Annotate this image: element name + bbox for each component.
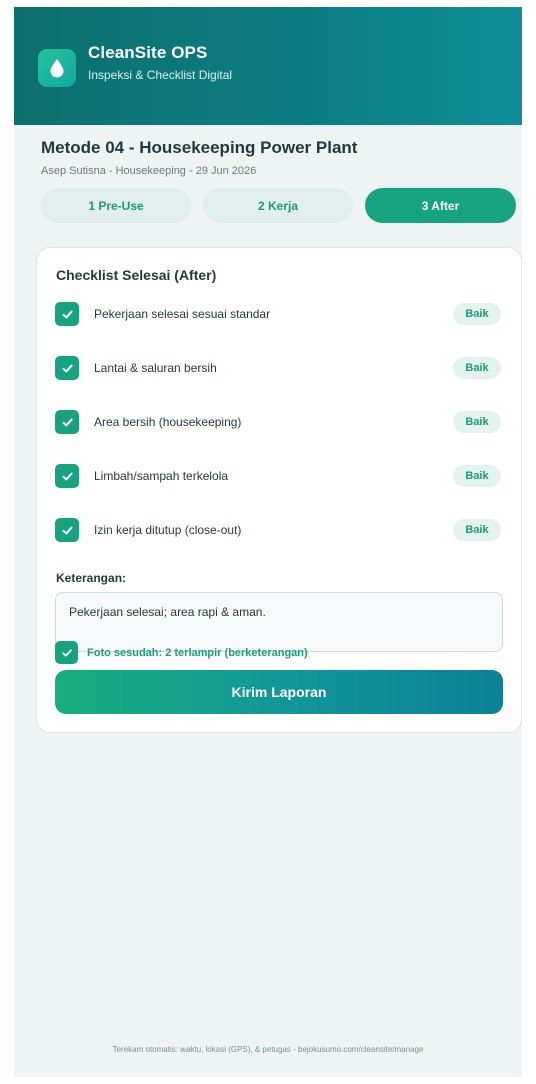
status-badge[interactable]: Baik [453, 357, 501, 379]
status-badge[interactable]: Baik [453, 411, 501, 433]
checklist-title: Checklist Selesai (After) [56, 267, 217, 283]
check-icon [62, 472, 73, 480]
checkbox[interactable] [55, 518, 79, 542]
notes-label: Keterangan: [56, 571, 127, 585]
checklist-item-label: Izin kerja ditutup (close-out) [94, 523, 242, 537]
submit-report-button[interactable]: Kirim Laporan [55, 670, 503, 714]
status-badge[interactable]: Baik [453, 519, 501, 541]
step-tabs: 1 Pre-Use 2 Kerja 3 After [41, 188, 516, 223]
check-icon [61, 648, 72, 657]
checklist-item-label: Area bersih (housekeeping) [94, 415, 242, 429]
checkbox[interactable] [55, 464, 79, 488]
checklist-item: Area bersih (housekeeping) Baik [55, 409, 503, 435]
status-badge[interactable]: Baik [453, 465, 501, 487]
check-icon [62, 364, 73, 372]
page-title: Metode 04 - Housekeeping Power Plant [41, 138, 358, 157]
checkbox[interactable] [55, 356, 79, 380]
checklist-item: Limbah/sampah terkelola Baik [55, 463, 503, 489]
tab-after[interactable]: 3 After [365, 188, 516, 223]
app-header: CleanSite OPS Inspeksi & Checklist Digit… [14, 7, 522, 125]
checklist-item-label: Lantai & saluran bersih [94, 361, 217, 375]
inspection-meta: Asep Sutisna - Housekeeping - 29 Jun 202… [41, 165, 257, 177]
check-icon [62, 526, 73, 534]
checkbox[interactable] [55, 302, 79, 326]
status-badge[interactable]: Baik [453, 303, 501, 325]
app-screen: CleanSite OPS Inspeksi & Checklist Digit… [14, 7, 522, 1077]
checklist-item-label: Pekerjaan selesai sesuai standar [94, 307, 271, 321]
checklist-item: Pekerjaan selesai sesuai standar Baik [55, 301, 503, 327]
checklist-item-label: Limbah/sampah terkelola [94, 469, 229, 483]
check-icon [62, 310, 73, 318]
water-drop-icon [38, 49, 76, 87]
photo-checkbox[interactable] [55, 641, 78, 664]
checklist-item: Lantai & saluran bersih Baik [55, 355, 503, 381]
check-icon [62, 418, 73, 426]
app-subtitle: Inspeksi & Checklist Digital [88, 68, 233, 82]
tab-kerja[interactable]: 2 Kerja [203, 188, 353, 223]
checklist-card: Checklist Selesai (After) Pekerjaan sele… [36, 247, 522, 733]
app-title: CleanSite OPS [88, 43, 208, 62]
photo-attachment-row: Foto sesudah: 2 terlampir (berketerangan… [55, 641, 503, 665]
checklist-item: Izin kerja ditutup (close-out) Baik [55, 517, 503, 543]
tab-pre-use[interactable]: 1 Pre-Use [41, 188, 191, 223]
footer-note: Terekam otomatis: waktu, lokasi (GPS), &… [112, 1045, 424, 1054]
notes-value: Pekerjaan selesai; area rapi & aman. [69, 605, 266, 619]
checkbox[interactable] [55, 410, 79, 434]
photo-status-text: Foto sesudah: 2 terlampir (berketerangan… [87, 647, 308, 659]
